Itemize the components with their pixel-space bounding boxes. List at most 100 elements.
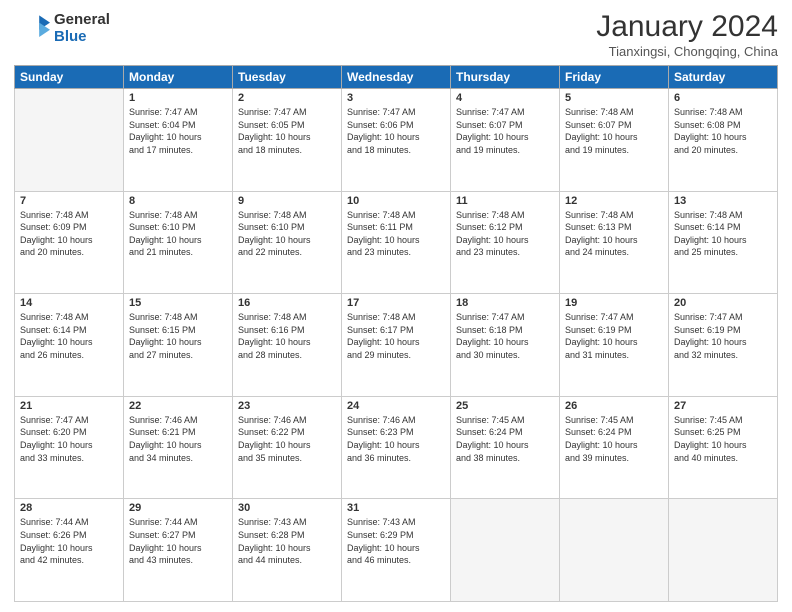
day-info: Sunrise: 7:47 AM Sunset: 6:20 PM Dayligh…: [20, 414, 118, 464]
day-info: Sunrise: 7:48 AM Sunset: 6:10 PM Dayligh…: [238, 209, 336, 259]
day-cell: 31 Sunrise: 7:43 AM Sunset: 6:29 PM Dayli…: [342, 499, 451, 602]
day-cell: 1 Sunrise: 7:47 AM Sunset: 6:04 PM Daylig…: [124, 89, 233, 192]
day-number: 21: [20, 400, 118, 412]
day-info: Sunrise: 7:48 AM Sunset: 6:07 PM Dayligh…: [565, 106, 663, 156]
week-row-4: 21 Sunrise: 7:47 AM Sunset: 6:20 PM Dayli…: [15, 396, 778, 499]
week-row-3: 14Sunrise: 7:48 AM Sunset: 6:14 PM Dayli…: [15, 294, 778, 397]
day-cell: 16 Sunrise: 7:48 AM Sunset: 6:16 PM Dayli…: [233, 294, 342, 397]
subtitle: Tianxingsi, Chongqing, China: [596, 44, 778, 59]
day-info: Sunrise: 7:46 AM Sunset: 6:22 PM Dayligh…: [238, 414, 336, 464]
day-cell: 14Sunrise: 7:48 AM Sunset: 6:14 PM Dayli…: [15, 294, 124, 397]
day-cell: 18Sunrise: 7:47 AM Sunset: 6:18 PM Dayli…: [451, 294, 560, 397]
day-number: 20: [674, 297, 772, 309]
col-header-thursday: Thursday: [451, 66, 560, 89]
day-cell: 2 Sunrise: 7:47 AM Sunset: 6:05 PM Daylig…: [233, 89, 342, 192]
day-cell: 25Sunrise: 7:45 AM Sunset: 6:24 PM Dayli…: [451, 396, 560, 499]
col-header-sunday: Sunday: [15, 66, 124, 89]
day-cell: 11 Sunrise: 7:48 AM Sunset: 6:12 PM Dayli…: [451, 191, 560, 294]
day-info: Sunrise: 7:45 AM Sunset: 6:24 PM Dayligh…: [565, 414, 663, 464]
day-number: 3: [347, 92, 445, 104]
col-header-monday: Monday: [124, 66, 233, 89]
day-number: 6: [674, 92, 772, 104]
calendar-table: SundayMondayTuesdayWednesdayThursdayFrid…: [14, 65, 778, 602]
day-number: 16: [238, 297, 336, 309]
day-info: Sunrise: 7:47 AM Sunset: 6:04 PM Dayligh…: [129, 106, 227, 156]
day-cell: 9Sunrise: 7:48 AM Sunset: 6:10 PM Daylig…: [233, 191, 342, 294]
day-number: 13: [674, 195, 772, 207]
day-info: Sunrise: 7:48 AM Sunset: 6:13 PM Dayligh…: [565, 209, 663, 259]
day-info: Sunrise: 7:48 AM Sunset: 6:12 PM Dayligh…: [456, 209, 554, 259]
day-cell: 17 Sunrise: 7:48 AM Sunset: 6:17 PM Dayli…: [342, 294, 451, 397]
day-cell: 22 Sunrise: 7:46 AM Sunset: 6:21 PM Dayli…: [124, 396, 233, 499]
day-info: Sunrise: 7:46 AM Sunset: 6:21 PM Dayligh…: [129, 414, 227, 464]
day-number: 19: [565, 297, 663, 309]
day-info: Sunrise: 7:45 AM Sunset: 6:25 PM Dayligh…: [674, 414, 772, 464]
logo: General Blue: [14, 10, 110, 46]
day-info: Sunrise: 7:47 AM Sunset: 6:06 PM Dayligh…: [347, 106, 445, 156]
day-info: Sunrise: 7:47 AM Sunset: 6:07 PM Dayligh…: [456, 106, 554, 156]
week-row-5: 28 Sunrise: 7:44 AM Sunset: 6:26 PM Dayli…: [15, 499, 778, 602]
day-info: Sunrise: 7:47 AM Sunset: 6:05 PM Dayligh…: [238, 106, 336, 156]
day-info: Sunrise: 7:43 AM Sunset: 6:29 PM Dayligh…: [347, 516, 445, 566]
day-number: 11: [456, 195, 554, 207]
day-cell: 3 Sunrise: 7:47 AM Sunset: 6:06 PM Daylig…: [342, 89, 451, 192]
day-number: 31: [347, 502, 445, 514]
day-info: Sunrise: 7:44 AM Sunset: 6:27 PM Dayligh…: [129, 516, 227, 566]
day-info: Sunrise: 7:45 AM Sunset: 6:24 PM Dayligh…: [456, 414, 554, 464]
day-cell: 28 Sunrise: 7:44 AM Sunset: 6:26 PM Dayli…: [15, 499, 124, 602]
day-number: 14: [20, 297, 118, 309]
day-cell: 19 Sunrise: 7:47 AM Sunset: 6:19 PM Dayli…: [560, 294, 669, 397]
day-number: 10: [347, 195, 445, 207]
day-info: Sunrise: 7:43 AM Sunset: 6:28 PM Dayligh…: [238, 516, 336, 566]
col-header-saturday: Saturday: [669, 66, 778, 89]
day-number: 30: [238, 502, 336, 514]
day-cell: 8 Sunrise: 7:48 AM Sunset: 6:10 PM Daylig…: [124, 191, 233, 294]
day-info: Sunrise: 7:47 AM Sunset: 6:19 PM Dayligh…: [674, 311, 772, 361]
col-header-wednesday: Wednesday: [342, 66, 451, 89]
day-info: Sunrise: 7:46 AM Sunset: 6:23 PM Dayligh…: [347, 414, 445, 464]
day-number: 8: [129, 195, 227, 207]
day-cell: [560, 499, 669, 602]
day-cell: 23 Sunrise: 7:46 AM Sunset: 6:22 PM Dayli…: [233, 396, 342, 499]
day-number: 17: [347, 297, 445, 309]
week-row-1: 1 Sunrise: 7:47 AM Sunset: 6:04 PM Daylig…: [15, 89, 778, 192]
day-info: Sunrise: 7:48 AM Sunset: 6:10 PM Dayligh…: [129, 209, 227, 259]
day-cell: 12Sunrise: 7:48 AM Sunset: 6:13 PM Dayli…: [560, 191, 669, 294]
day-number: 28: [20, 502, 118, 514]
day-info: Sunrise: 7:48 AM Sunset: 6:11 PM Dayligh…: [347, 209, 445, 259]
day-number: 2: [238, 92, 336, 104]
day-info: Sunrise: 7:48 AM Sunset: 6:17 PM Dayligh…: [347, 311, 445, 361]
day-info: Sunrise: 7:44 AM Sunset: 6:26 PM Dayligh…: [20, 516, 118, 566]
day-cell: 6 Sunrise: 7:48 AM Sunset: 6:08 PM Daylig…: [669, 89, 778, 192]
month-title: January 2024: [596, 10, 778, 44]
logo-icon: [14, 10, 50, 46]
day-info: Sunrise: 7:48 AM Sunset: 6:16 PM Dayligh…: [238, 311, 336, 361]
day-cell: 26 Sunrise: 7:45 AM Sunset: 6:24 PM Dayli…: [560, 396, 669, 499]
header: General Blue January 2024 Tianxingsi, Ch…: [14, 10, 778, 59]
day-number: 15: [129, 297, 227, 309]
day-cell: [669, 499, 778, 602]
day-cell: 21 Sunrise: 7:47 AM Sunset: 6:20 PM Dayli…: [15, 396, 124, 499]
day-cell: 4Sunrise: 7:47 AM Sunset: 6:07 PM Daylig…: [451, 89, 560, 192]
day-number: 22: [129, 400, 227, 412]
day-number: 26: [565, 400, 663, 412]
day-number: 27: [674, 400, 772, 412]
day-cell: 27 Sunrise: 7:45 AM Sunset: 6:25 PM Dayli…: [669, 396, 778, 499]
day-info: Sunrise: 7:48 AM Sunset: 6:09 PM Dayligh…: [20, 209, 118, 259]
logo-text: General Blue: [54, 11, 110, 45]
day-cell: 13Sunrise: 7:48 AM Sunset: 6:14 PM Dayli…: [669, 191, 778, 294]
day-number: 5: [565, 92, 663, 104]
day-cell: 29Sunrise: 7:44 AM Sunset: 6:27 PM Dayli…: [124, 499, 233, 602]
day-cell: 20 Sunrise: 7:47 AM Sunset: 6:19 PM Dayli…: [669, 294, 778, 397]
col-header-tuesday: Tuesday: [233, 66, 342, 89]
day-cell: 10 Sunrise: 7:48 AM Sunset: 6:11 PM Dayli…: [342, 191, 451, 294]
day-cell: 30 Sunrise: 7:43 AM Sunset: 6:28 PM Dayli…: [233, 499, 342, 602]
week-row-2: 7 Sunrise: 7:48 AM Sunset: 6:09 PM Daylig…: [15, 191, 778, 294]
day-info: Sunrise: 7:47 AM Sunset: 6:19 PM Dayligh…: [565, 311, 663, 361]
day-number: 7: [20, 195, 118, 207]
day-info: Sunrise: 7:48 AM Sunset: 6:08 PM Dayligh…: [674, 106, 772, 156]
day-number: 1: [129, 92, 227, 104]
day-cell: 24Sunrise: 7:46 AM Sunset: 6:23 PM Dayli…: [342, 396, 451, 499]
day-cell: [451, 499, 560, 602]
day-number: 23: [238, 400, 336, 412]
